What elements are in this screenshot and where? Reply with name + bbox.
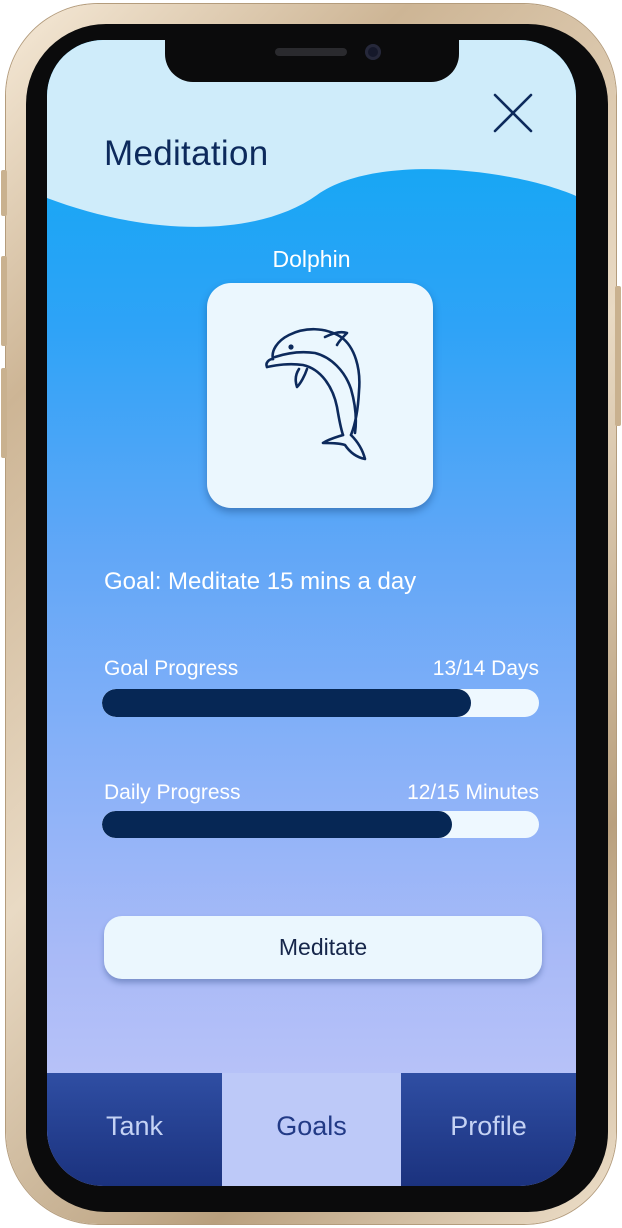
volume-up-button <box>1 256 7 346</box>
tab-goals[interactable]: Goals <box>222 1073 401 1186</box>
close-icon <box>493 93 533 133</box>
bottom-tab-bar: Tank Goals Profile <box>47 1073 576 1186</box>
daily-progress-fill <box>102 811 452 838</box>
notch <box>165 40 459 82</box>
tab-profile[interactable]: Profile <box>401 1073 576 1186</box>
app-screen: Meditation Dolphin Goal: Meditate 15 min… <box>47 40 576 1186</box>
goal-text: Goal: Meditate 15 mins a day <box>104 568 417 595</box>
speaker <box>275 48 347 56</box>
meditate-button[interactable]: Meditate <box>104 916 542 979</box>
volume-down-button <box>1 368 7 458</box>
goal-progress-value: 13/14 Days <box>432 657 539 680</box>
goal-progress-fill <box>102 689 471 717</box>
close-button[interactable] <box>491 91 535 135</box>
daily-progress-value: 12/15 Minutes <box>407 781 539 804</box>
daily-progress-label: Daily Progress <box>104 781 241 804</box>
power-button <box>615 286 621 426</box>
tab-tank[interactable]: Tank <box>47 1073 222 1186</box>
page-title: Meditation <box>104 134 269 173</box>
goal-progress-label: Goal Progress <box>104 657 239 680</box>
front-camera <box>365 44 381 60</box>
daily-progress-bar <box>102 811 539 838</box>
dolphin-icon <box>265 327 367 461</box>
mute-switch <box>1 170 7 216</box>
pet-card[interactable] <box>207 283 433 508</box>
pet-name: Dolphin <box>272 246 351 272</box>
goal-progress-bar <box>102 689 539 717</box>
